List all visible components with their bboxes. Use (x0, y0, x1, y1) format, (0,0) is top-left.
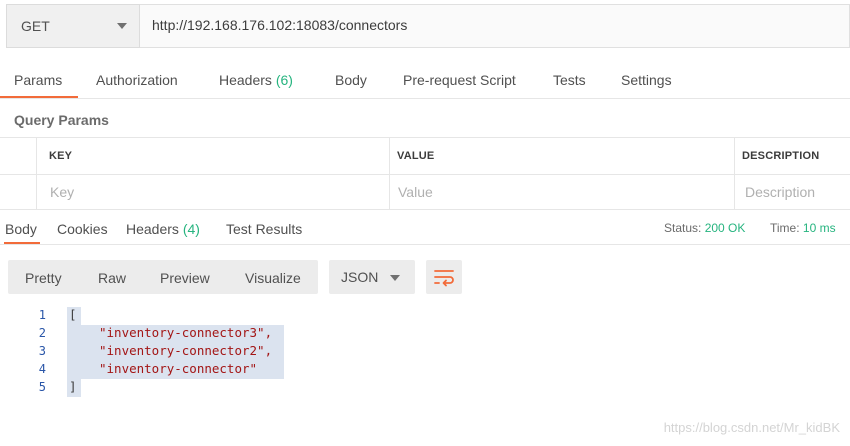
code-line: "inventory-connector" (99, 361, 258, 376)
tab-body[interactable]: Body (335, 72, 367, 88)
column-header-key: KEY (49, 150, 73, 162)
tab-params[interactable]: Params (14, 72, 62, 88)
code-line: "inventory-connector2", (99, 343, 273, 358)
headers-count: (6) (275, 72, 293, 88)
table-col-divider (734, 137, 735, 209)
query-params-title: Query Params (14, 112, 109, 128)
column-header-value: VALUE (397, 150, 435, 162)
key-input[interactable]: Key (50, 184, 74, 200)
line-number: 2 (38, 326, 46, 340)
description-input[interactable]: Description (745, 184, 815, 200)
column-header-description: DESCRIPTION (742, 150, 820, 162)
raw-button[interactable]: Raw (98, 270, 126, 286)
line-number: 1 (38, 308, 46, 322)
line-number: 3 (38, 344, 46, 358)
status-indicator: Status: 200 OK (664, 221, 746, 235)
tab-authorization[interactable]: Authorization (96, 72, 178, 88)
visualize-button[interactable]: Visualize (245, 270, 301, 286)
format-select[interactable]: JSON (329, 260, 415, 294)
response-tab-headers[interactable]: Headers (4) (126, 221, 200, 237)
tab-pre-request-script[interactable]: Pre-request Script (403, 72, 516, 88)
tab-tests[interactable]: Tests (553, 72, 586, 88)
divider (0, 98, 850, 99)
tab-headers[interactable]: Headers (6) (219, 72, 293, 88)
time-value: 10 ms (802, 221, 836, 235)
code-line: "inventory-connector3", (99, 325, 273, 340)
url-input[interactable]: http://192.168.176.102:18083/connectors (152, 17, 407, 33)
table-col-divider (389, 137, 390, 209)
response-tab-test-results[interactable]: Test Results (226, 221, 302, 237)
divider (0, 244, 850, 245)
line-number: 5 (38, 380, 46, 394)
response-tab-cookies[interactable]: Cookies (57, 221, 108, 237)
preview-button[interactable]: Preview (160, 270, 210, 286)
watermark: https://blog.csdn.net/Mr_kidBK (663, 420, 840, 435)
table-col-divider (36, 137, 37, 209)
code-line: ] (69, 379, 77, 394)
wrap-lines-icon (434, 270, 454, 287)
code-line: [ (69, 307, 77, 322)
wrap-lines-button[interactable] (426, 260, 462, 294)
pretty-button[interactable]: Pretty (25, 270, 62, 286)
method-select[interactable]: GET (6, 4, 140, 48)
status-value: 200 OK (704, 221, 746, 235)
table-border-top (0, 137, 850, 138)
chevron-down-icon (390, 275, 400, 281)
table-border-mid (0, 174, 850, 175)
response-headers-count: (4) (182, 221, 200, 237)
table-border-bottom (0, 209, 850, 210)
response-tab-body[interactable]: Body (5, 221, 37, 237)
method-label: GET (21, 18, 50, 34)
format-label: JSON (341, 269, 379, 285)
time-indicator: Time: 10 ms (770, 221, 836, 235)
tab-settings[interactable]: Settings (621, 72, 672, 88)
chevron-down-icon (117, 23, 127, 29)
line-number: 4 (38, 362, 46, 376)
value-input[interactable]: Value (398, 184, 433, 200)
